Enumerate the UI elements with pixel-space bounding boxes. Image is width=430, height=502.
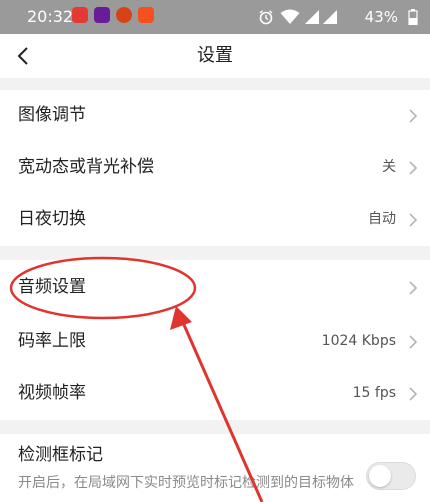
framerate-label: 视频帧率	[18, 383, 86, 403]
toggle-knob	[369, 465, 391, 487]
red-news-app-icon	[72, 7, 88, 23]
title-bar: 设置	[0, 34, 430, 78]
image-adjust-row[interactable]: 图像调节	[0, 90, 430, 142]
day-night-label: 日夜切换	[18, 209, 86, 229]
page-title: 设置	[197, 45, 233, 66]
wifi-icon	[280, 9, 300, 24]
detection-box-label: 检测框标记	[18, 445, 103, 465]
wdr-label: 宽动态或背光补偿	[18, 157, 154, 177]
day-night-row[interactable]: 日夜切换 自动	[0, 194, 430, 246]
framerate-value: 15 fps	[352, 385, 396, 401]
chevron-right-icon	[409, 387, 418, 401]
detection-box-toggle[interactable]	[366, 462, 416, 490]
chevron-right-icon	[409, 109, 418, 123]
image-settings-group: 图像调节 宽动态或背光补偿 关 日夜切换 自动	[0, 90, 430, 246]
bitrate-row[interactable]: 码率上限 1024 Kbps	[0, 316, 430, 368]
battery-percent: 43%	[364, 8, 398, 26]
bitrate-label: 码率上限	[18, 331, 86, 351]
chevron-right-icon	[409, 213, 418, 227]
status-bar: 20:32 43%	[0, 0, 430, 34]
chevron-right-icon	[409, 335, 418, 349]
bitrate-value: 1024 Kbps	[321, 333, 396, 349]
signal-icon	[305, 10, 319, 24]
game-app-icon	[138, 7, 154, 23]
alarm-icon	[259, 10, 273, 25]
image-adjust-label: 图像调节	[18, 105, 86, 125]
detection-group: 检测框标记 开启后，在局域网下实时预览时标记检测到的目标物体	[0, 434, 430, 502]
audio-settings-row[interactable]: 音频设置	[0, 262, 430, 314]
wdr-row[interactable]: 宽动态或背光补偿 关	[0, 142, 430, 194]
system-status-icons: 43%	[258, 7, 418, 27]
chevron-right-icon	[409, 281, 418, 295]
status-time: 20:32	[27, 7, 74, 26]
chevron-right-icon	[409, 161, 418, 175]
battery-icon	[408, 9, 418, 25]
day-night-value: 自动	[368, 211, 396, 227]
framerate-row[interactable]: 视频帧率 15 fps	[0, 368, 430, 420]
wdr-value: 关	[382, 159, 396, 175]
signal-2-icon	[323, 10, 337, 24]
avatar-app-icon	[116, 7, 132, 23]
stream-settings-group: 音频设置 码率上限 1024 Kbps 视频帧率 15 fps	[0, 260, 430, 420]
detection-box-description: 开启后，在局域网下实时预览时标记检测到的目标物体	[18, 475, 354, 491]
audio-settings-label: 音频设置	[18, 277, 86, 297]
purple-video-app-icon	[94, 7, 110, 23]
